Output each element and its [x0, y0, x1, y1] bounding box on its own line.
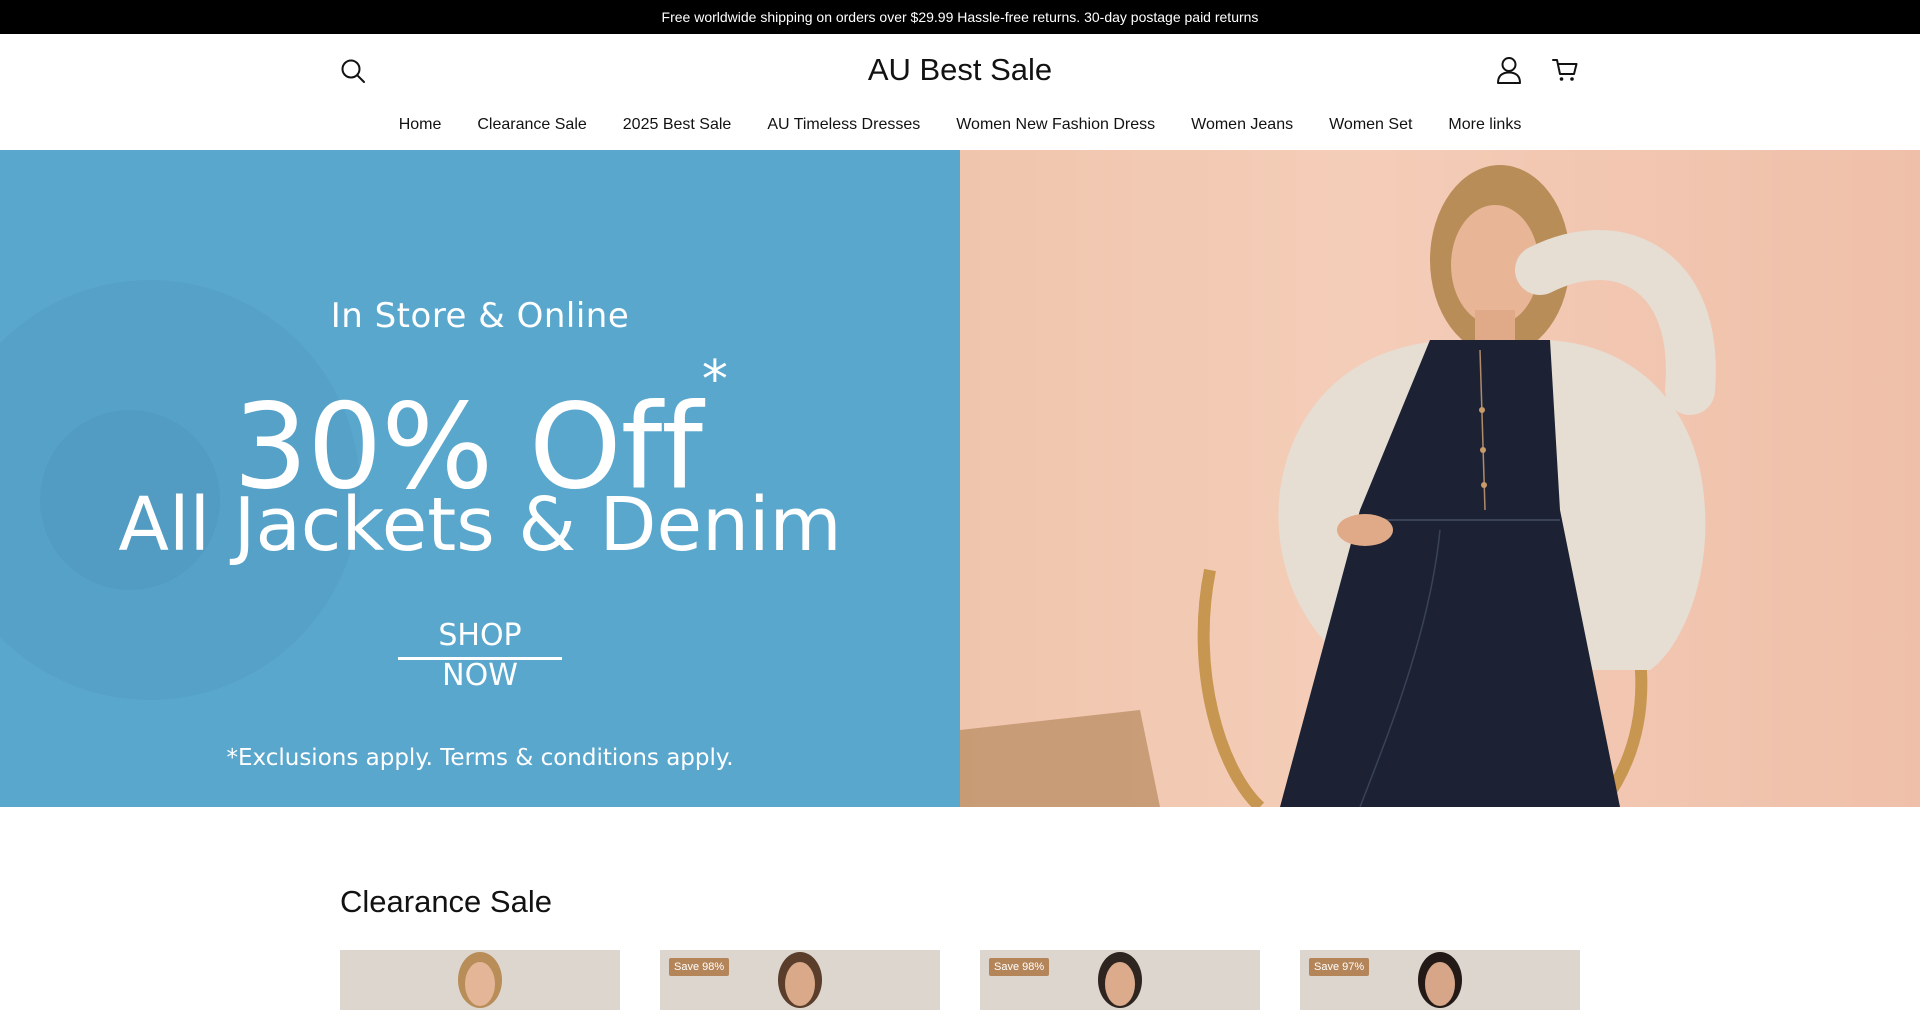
hero-eyebrow: In Store & Online — [330, 296, 630, 336]
product-card[interactable]: Save 98% — [660, 950, 940, 1010]
product-image — [1418, 952, 1462, 1008]
product-grid: Save 98% Save 98% Save 97% — [340, 950, 1580, 1010]
nav-item-more-links[interactable]: More links — [1430, 110, 1539, 140]
search-button[interactable] — [338, 56, 368, 86]
search-icon — [341, 59, 365, 83]
product-image — [778, 952, 822, 1008]
section-title: Clearance Sale — [340, 884, 552, 919]
hero-promo-panel: In Store & Online 30% Off* All Jackets &… — [0, 150, 960, 807]
announcement-bar: Free worldwide shipping on orders over $… — [0, 0, 1920, 34]
nav-item-clearance-sale[interactable]: Clearance Sale — [459, 110, 604, 140]
product-image — [458, 952, 502, 1008]
product-image — [1098, 952, 1142, 1008]
main-nav: Home Clearance Sale 2025 Best Sale AU Ti… — [0, 110, 1920, 140]
discount-badge: Save 98% — [669, 958, 730, 976]
discount-badge: Save 98% — [989, 958, 1050, 976]
nav-item-women-jeans[interactable]: Women Jeans — [1173, 110, 1311, 140]
nav-item-2025-best-sale[interactable]: 2025 Best Sale — [605, 110, 750, 140]
site-header: AU Best Sale Home Clearance Sale 2025 Be… — [0, 34, 1920, 150]
cart-icon — [1552, 59, 1578, 81]
hero-model-image[interactable] — [960, 150, 1920, 807]
model-photo-illustration — [960, 165, 1716, 807]
nav-item-women-set[interactable]: Women Set — [1311, 110, 1430, 140]
nav-item-timeless-dresses[interactable]: AU Timeless Dresses — [749, 110, 938, 140]
announcement-text: Free worldwide shipping on orders over $… — [661, 9, 1259, 25]
cart-button[interactable] — [1550, 54, 1580, 86]
account-button[interactable] — [1494, 54, 1524, 86]
hero-subtitle: All Jackets & Denim — [118, 482, 842, 568]
hero-title-mark: * — [701, 350, 728, 410]
nav-item-new-fashion-dress[interactable]: Women New Fashion Dress — [938, 110, 1173, 140]
discount-badge: Save 97% — [1309, 958, 1370, 976]
product-card[interactable]: Save 98% — [980, 950, 1260, 1010]
nav-item-home[interactable]: Home — [381, 110, 460, 140]
site-logo[interactable]: AU Best Sale — [868, 52, 1052, 87]
product-card[interactable]: Save 97% — [1300, 950, 1580, 1010]
shop-now-button[interactable]: SHOP NOW — [398, 616, 562, 693]
account-icon — [1497, 57, 1521, 84]
hero-banner: In Store & Online 30% Off* All Jackets &… — [0, 150, 1920, 807]
hero-disclaimer: *Exclusions apply. Terms & conditions ap… — [226, 745, 734, 771]
product-card[interactable] — [340, 950, 620, 1010]
